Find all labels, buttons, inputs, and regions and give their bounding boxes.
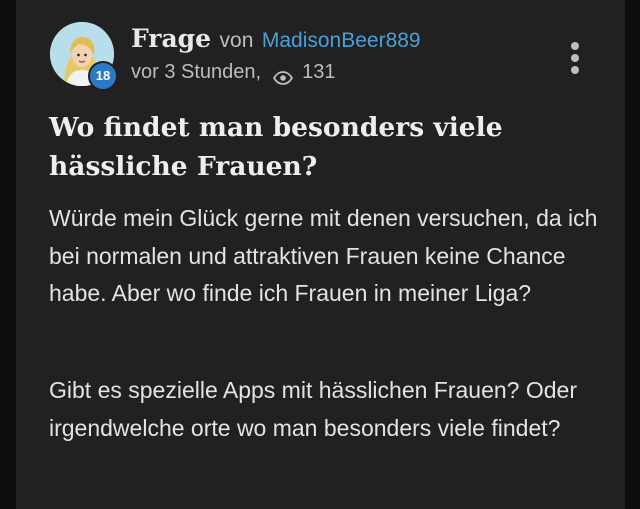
question-body-paragraph-2: Gibt es spezielle Apps mit hässlichen Fr… [49, 377, 577, 441]
question-body-paragraph-1: Würde mein Glück gerne mit denen versuch… [49, 205, 598, 306]
eye-icon [273, 65, 294, 85]
author-link[interactable]: MadisonBeer889 [262, 29, 421, 52]
post-time: vor 3 Stunden, [131, 61, 262, 83]
view-count: 131 [302, 61, 336, 83]
more-vertical-icon[interactable] [565, 40, 585, 76]
question-meta: vor 3 Stunden, 131 [131, 58, 335, 86]
question-header: Frage von MadisonBeer889 [131, 22, 421, 60]
by-label: von [219, 29, 254, 52]
level-badge: 18 [88, 61, 118, 91]
post-type-label: Frage [131, 24, 212, 53]
question-title: Wo findet man besonders viele hässliche … [49, 112, 503, 182]
